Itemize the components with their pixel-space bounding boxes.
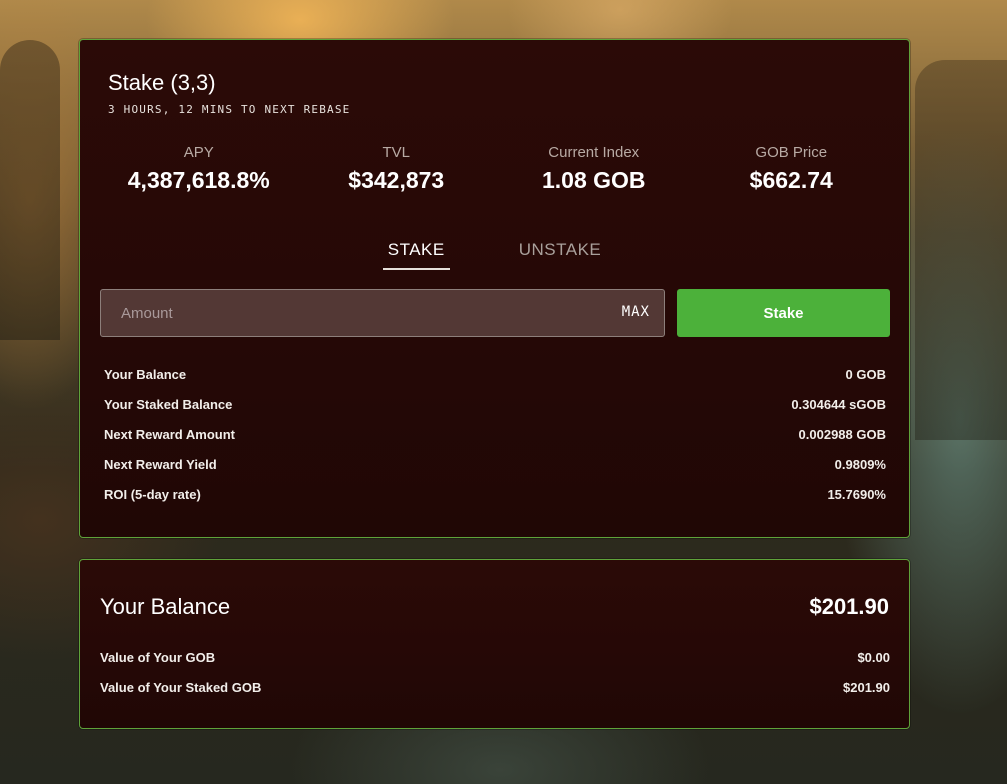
info-value: 0.002988 GOB	[798, 427, 886, 442]
info-row-your-balance: Your Balance 0 GOB	[104, 367, 886, 397]
balance-total: $201.90	[809, 594, 889, 619]
info-value: 15.7690%	[827, 487, 886, 502]
balance-row-staked-gob-value: Value of Your Staked GOB $201.90	[100, 680, 890, 710]
amount-input[interactable]	[101, 290, 581, 336]
stake-tabs: STAKE UNSTAKE	[80, 240, 909, 270]
info-label: Your Balance	[104, 367, 187, 382]
info-label: Next Reward Yield	[104, 457, 217, 472]
info-row-roi: ROI (5-day rate) 15.7690%	[104, 487, 886, 517]
metric-value: $662.74	[749, 167, 833, 193]
info-label: Next Reward Amount	[104, 427, 235, 442]
stake-panel: Stake (3,3) 3 HOURS, 12 MINS TO NEXT REB…	[79, 39, 910, 538]
stake-info-list: Your Balance 0 GOB Your Staked Balance 0…	[104, 367, 886, 517]
info-label: Your Staked Balance	[104, 397, 233, 412]
balance-info-list: Value of Your GOB $0.00 Value of Your St…	[100, 650, 890, 710]
info-row-staked-balance: Your Staked Balance 0.304644 sGOB	[104, 397, 886, 427]
amount-field-container: MAX	[100, 289, 665, 337]
info-label: ROI (5-day rate)	[104, 487, 201, 502]
max-button[interactable]: MAX	[622, 304, 650, 320]
info-value: 0.304644 sGOB	[791, 397, 886, 412]
info-row-next-reward-yield: Next Reward Yield 0.9809%	[104, 457, 886, 487]
metric-label: Current Index	[548, 144, 640, 161]
balance-panel: Your Balance $201.90 Value of Your GOB $…	[79, 559, 910, 729]
metric-apy: APY 4,387,618.8%	[100, 144, 298, 194]
balance-row-gob-value: Value of Your GOB $0.00	[100, 650, 890, 680]
tab-unstake[interactable]: UNSTAKE	[514, 240, 607, 270]
metric-tvl: TVL $342,873	[298, 144, 496, 194]
info-label: Value of Your GOB	[100, 650, 216, 665]
metric-value: 4,387,618.8%	[127, 167, 270, 193]
page-title: Stake (3,3)	[108, 70, 216, 95]
balance-title: Your Balance	[100, 594, 231, 619]
info-row-next-reward-amount: Next Reward Amount 0.002988 GOB	[104, 427, 886, 457]
metric-label: GOB Price	[755, 144, 828, 161]
metric-value: $342,873	[348, 167, 445, 193]
metrics-row: APY 4,387,618.8% TVL $342,873 Current In…	[100, 144, 890, 194]
metric-value: 1.08 GOB	[541, 167, 646, 193]
background-cliff-right	[915, 60, 1007, 440]
metric-current-index: Current Index 1.08 GOB	[495, 144, 693, 194]
background-cliff-left	[0, 40, 60, 340]
info-value: $201.90	[843, 680, 890, 695]
stake-button[interactable]: Stake	[677, 289, 890, 337]
info-value: 0 GOB	[845, 367, 886, 382]
info-value: 0.9809%	[834, 457, 886, 472]
metric-gob-price: GOB Price $662.74	[693, 144, 891, 194]
metric-label: TVL	[382, 144, 410, 161]
info-label: Value of Your Staked GOB	[100, 680, 262, 695]
info-value: $0.00	[857, 650, 890, 665]
tab-stake[interactable]: STAKE	[382, 240, 450, 270]
metric-label: APY	[183, 144, 214, 161]
rebase-countdown: 3 HOURS, 12 MINS TO NEXT REBASE	[108, 103, 351, 116]
